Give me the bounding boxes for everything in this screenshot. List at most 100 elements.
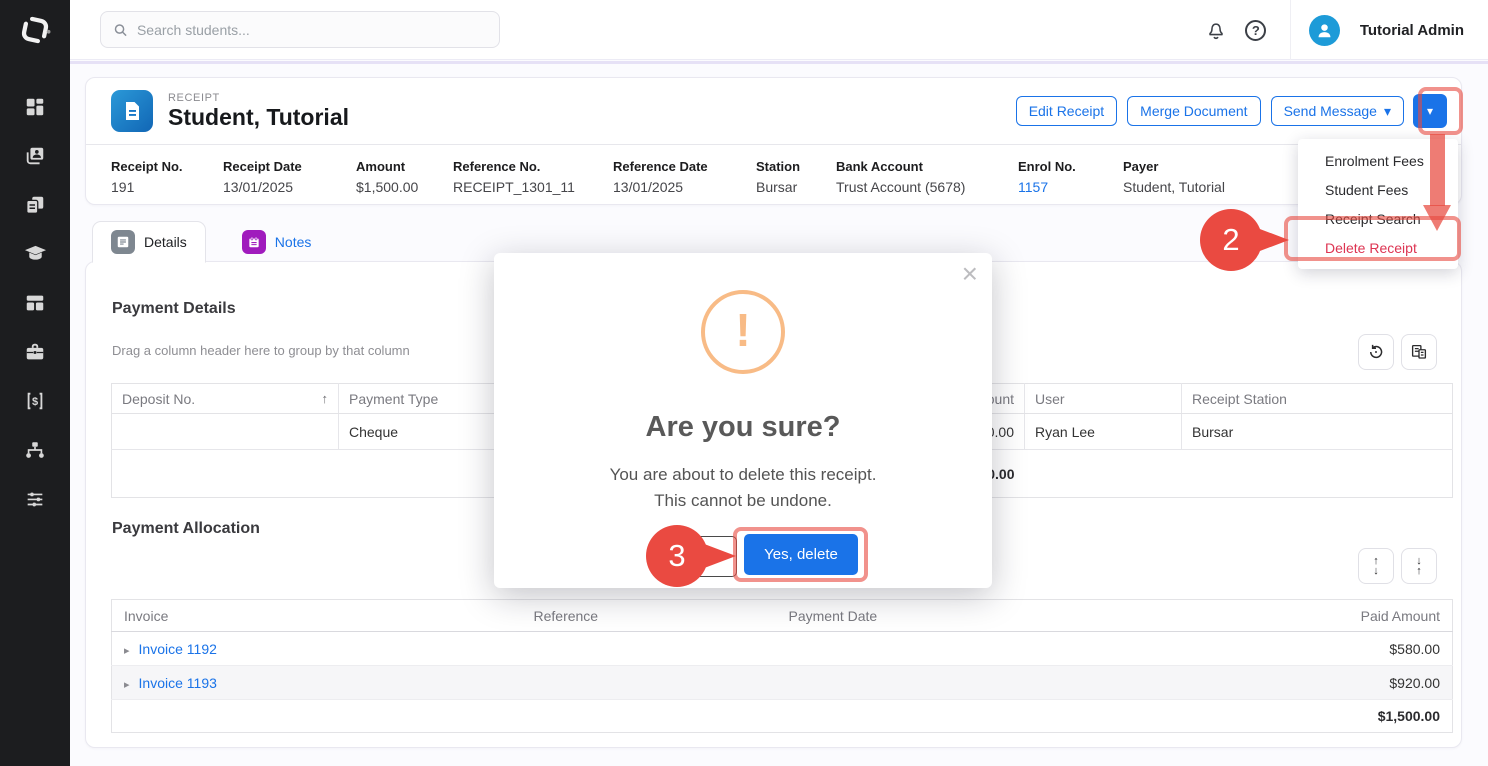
field-station: Station Bursar (756, 159, 836, 195)
allocation-row[interactable]: ▸Invoice 1192 $580.00 (112, 632, 1453, 666)
details-tab-icon (111, 230, 135, 254)
col-deposit-no[interactable]: Deposit No.↑ (112, 384, 339, 414)
avatar[interactable] (1309, 15, 1340, 46)
sidebar-item-students[interactable] (0, 131, 70, 180)
graduation-cap-icon (24, 242, 47, 265)
search-input[interactable] (137, 22, 487, 38)
page-title: Student, Tutorial (168, 104, 349, 130)
cancel-button[interactable] (659, 536, 737, 577)
col-payment-date[interactable]: Payment Date (777, 600, 1042, 632)
field-label: Receipt No. (111, 159, 223, 174)
help-glyph: ? (1252, 23, 1260, 38)
field-label: Reference No. (453, 159, 613, 174)
close-icon[interactable]: × (962, 257, 978, 291)
menu-item-enrolment-fees[interactable]: Enrolment Fees (1298, 146, 1458, 175)
payment-allocation-title: Payment Allocation (112, 520, 260, 538)
more-actions-dropdown-button[interactable]: ▾ (1413, 94, 1447, 128)
sidebar-item-hr[interactable] (0, 327, 70, 376)
menu-item-delete-receipt[interactable]: Delete Receipt (1298, 233, 1458, 262)
user-name[interactable]: Tutorial Admin (1360, 22, 1464, 39)
sidebar-item-settings[interactable] (0, 474, 70, 523)
details-doc-icon (116, 235, 130, 249)
receipt-title-wrap: RECEIPT Student, Tutorial (168, 92, 349, 130)
payment-allocation-actions: ↑↓ ↓↑ (1358, 548, 1437, 584)
sidebar-item-finance[interactable]: $ (0, 376, 70, 425)
caret-down-icon: ▾ (1427, 104, 1433, 118)
tab-notes[interactable]: Notes (224, 221, 330, 262)
cell-reference (522, 632, 777, 666)
edit-receipt-button[interactable]: Edit Receipt (1016, 96, 1117, 126)
receipt-header-card: RECEIPT Student, Tutorial Edit Receipt M… (85, 77, 1462, 205)
chevron-right-icon[interactable]: ▸ (124, 645, 130, 657)
chevron-right-icon[interactable]: ▸ (124, 679, 130, 691)
help-button[interactable]: ? (1236, 10, 1276, 50)
app-logo-icon (18, 13, 52, 47)
sidebar-item-courses[interactable] (0, 229, 70, 278)
field-reference-date: Reference Date 13/01/2025 (613, 159, 756, 195)
menu-item-receipt-search[interactable]: Receipt Search (1298, 204, 1458, 233)
cell-payment-date (777, 632, 1042, 666)
layout-icon (24, 292, 46, 314)
payment-details-title: Payment Details (112, 300, 236, 318)
field-value: Student, Tutorial (1123, 179, 1323, 195)
col-label: Invoice (124, 608, 168, 624)
more-actions-menu: Enrolment Fees Student Fees Receipt Sear… (1298, 139, 1458, 269)
col-label: Payment Date (789, 608, 878, 624)
sidebar-item-dashboard[interactable] (0, 82, 70, 131)
menu-item-student-fees[interactable]: Student Fees (1298, 175, 1458, 204)
modal-title: Are you sure? (494, 411, 992, 444)
network-icon (24, 439, 46, 461)
receipt-doc-icon (111, 90, 153, 132)
notes-tab-icon (242, 230, 266, 254)
col-invoice[interactable]: Invoice (112, 600, 522, 632)
sidebar-item-documents[interactable] (0, 180, 70, 229)
balloon-tail (1252, 226, 1289, 254)
revert-button[interactable] (1358, 334, 1394, 370)
col-paid-amount[interactable]: Paid Amount (1042, 600, 1453, 632)
confirm-delete-button[interactable]: Yes, delete (744, 534, 858, 575)
col-label: Receipt Station (1192, 391, 1287, 407)
enrol-no-link[interactable]: 1157 (1018, 179, 1123, 195)
allocation-total-row: $1,500.00 (112, 700, 1453, 733)
modal-message-line2: This cannot be undone. (494, 491, 992, 511)
field-receipt-date: Receipt Date 13/01/2025 (223, 159, 356, 195)
tab-notes-label: Notes (275, 234, 312, 250)
collapse-all-button[interactable]: ↓↑ (1401, 548, 1437, 584)
arrow-up-icon: ↑ (1416, 566, 1422, 576)
expand-all-button[interactable]: ↑↓ (1358, 548, 1394, 584)
col-user[interactable]: User (1025, 384, 1182, 414)
topbar-accent-strip (70, 61, 1488, 64)
sidebar-item-timetable[interactable] (0, 278, 70, 327)
entity-type-label: RECEIPT (168, 92, 349, 104)
field-label: Reference Date (613, 159, 756, 174)
bell-icon (1205, 19, 1227, 41)
col-reference[interactable]: Reference (522, 600, 777, 632)
cell-payment-date (777, 666, 1042, 700)
caret-down-icon: ▾ (1384, 103, 1391, 120)
col-receipt-station[interactable]: Receipt Station (1182, 384, 1453, 414)
field-label: Receipt Date (223, 159, 356, 174)
notifications-button[interactable] (1196, 10, 1236, 50)
column-chooser-button[interactable] (1401, 334, 1437, 370)
app-screen: $ ? Tutorial Admin (0, 0, 1488, 766)
tab-details[interactable]: Details (92, 221, 206, 263)
merge-document-button[interactable]: Merge Document (1127, 96, 1260, 126)
search-box[interactable] (100, 11, 500, 48)
app-logo[interactable] (0, 0, 70, 60)
allocation-row[interactable]: ▸Invoice 1193 $920.00 (112, 666, 1453, 700)
field-label: Enrol No. (1018, 159, 1123, 174)
sidebar-item-network[interactable] (0, 425, 70, 474)
send-message-button[interactable]: Send Message▾ (1271, 96, 1404, 126)
arrow-down-icon: ↓ (1373, 566, 1379, 576)
briefcase-icon (24, 341, 46, 363)
invoice-link[interactable]: Invoice 1193 (139, 675, 217, 691)
field-value: Trust Account (5678) (836, 179, 1018, 195)
edit-receipt-label: Edit Receipt (1029, 103, 1104, 119)
confirm-delete-modal: × ! Are you sure? You are about to delet… (494, 253, 992, 588)
notes-clipboard-icon (247, 235, 261, 249)
cell-user: Ryan Lee (1025, 414, 1182, 450)
payment-details-actions (1358, 334, 1437, 370)
field-label: Station (756, 159, 836, 174)
students-icon (24, 145, 46, 167)
invoice-link[interactable]: Invoice 1192 (139, 641, 217, 657)
